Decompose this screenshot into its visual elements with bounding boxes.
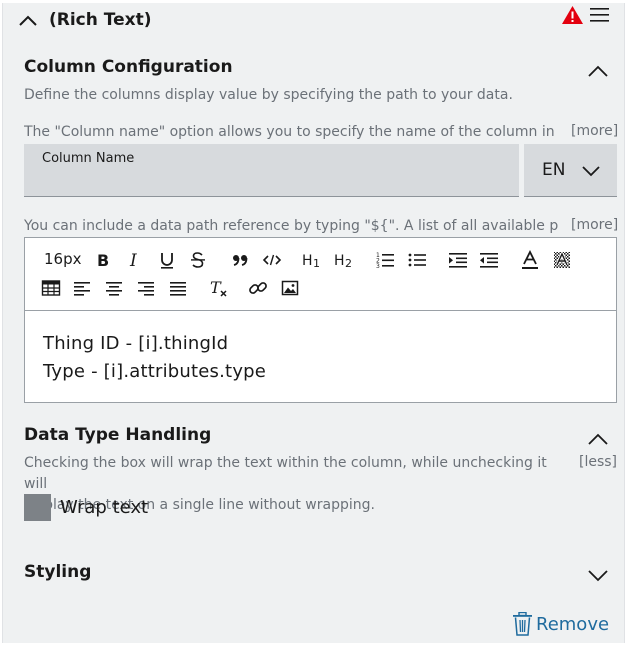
chevron-down-icon[interactable] bbox=[587, 569, 609, 583]
rich-text-editor: 16px B I H1 H2 1 2 3 T Thing ID - [i].th… bbox=[24, 237, 617, 403]
styling-title: Styling bbox=[24, 562, 92, 582]
content-line: Thing ID - [i].thingId bbox=[43, 333, 229, 354]
editor-toolbar: 16px B I H1 H2 1 2 3 T bbox=[25, 238, 616, 311]
align-center-icon[interactable] bbox=[103, 278, 125, 298]
code-icon[interactable] bbox=[261, 250, 283, 270]
align-left-icon[interactable] bbox=[71, 278, 93, 298]
image-icon[interactable] bbox=[279, 278, 301, 298]
svg-text:H: H bbox=[334, 253, 345, 269]
column-config-title: Column Configuration bbox=[24, 57, 233, 77]
chevron-up-icon[interactable] bbox=[17, 11, 39, 31]
bold-icon[interactable]: B bbox=[92, 250, 114, 270]
remove-label: Remove bbox=[536, 613, 610, 635]
align-right-icon[interactable] bbox=[135, 278, 157, 298]
clear-format-icon[interactable]: T bbox=[208, 278, 230, 298]
blockquote-icon[interactable] bbox=[229, 250, 251, 270]
font-size-select[interactable]: 16px bbox=[44, 250, 82, 268]
bullet-list-icon[interactable] bbox=[406, 250, 428, 270]
strikethrough-icon[interactable] bbox=[187, 250, 209, 270]
svg-text:2: 2 bbox=[345, 257, 352, 270]
data-type-title: Data Type Handling bbox=[24, 425, 212, 445]
svg-text:3: 3 bbox=[376, 263, 380, 270]
link-icon[interactable] bbox=[247, 278, 269, 298]
remove-button[interactable]: Remove bbox=[512, 611, 609, 637]
column-name-hint: The "Column name" option allows you to s… bbox=[24, 124, 559, 140]
description-line: Checking the box will wrap the text with… bbox=[24, 455, 547, 492]
rich-text-panel: (Rich Text) Column Configuration Define … bbox=[2, 3, 625, 643]
editor-content[interactable]: Thing ID - [i].thingId Type - [i].attrib… bbox=[43, 330, 266, 386]
heading-1-icon[interactable]: H1 bbox=[301, 250, 323, 270]
column-name-label: Column Name bbox=[42, 151, 135, 166]
chevron-up-icon[interactable] bbox=[587, 432, 609, 446]
table-icon[interactable] bbox=[40, 278, 62, 298]
heading-2-icon[interactable]: H2 bbox=[333, 250, 355, 270]
align-justify-icon[interactable] bbox=[167, 278, 189, 298]
underline-icon[interactable] bbox=[156, 250, 178, 270]
panel-title: (Rich Text) bbox=[49, 10, 152, 30]
ordered-list-icon[interactable]: 123 bbox=[374, 250, 396, 270]
svg-text:H: H bbox=[302, 253, 313, 269]
column-name-field[interactable]: Column Name bbox=[24, 144, 519, 197]
chevron-down-icon bbox=[582, 166, 600, 177]
language-select[interactable]: EN bbox=[524, 144, 617, 197]
chevron-up-icon[interactable] bbox=[587, 64, 609, 78]
data-path-hint: You can include a data path reference by… bbox=[24, 218, 559, 234]
svg-text:T: T bbox=[210, 278, 222, 297]
svg-text:1: 1 bbox=[313, 257, 320, 270]
column-config-description: Define the columns display value by spec… bbox=[24, 87, 513, 103]
background-color-icon[interactable] bbox=[551, 250, 573, 270]
menu-icon[interactable] bbox=[590, 7, 609, 23]
svg-text:B: B bbox=[97, 251, 109, 270]
language-value: EN bbox=[542, 160, 566, 180]
warning-icon bbox=[562, 6, 583, 24]
more-link[interactable]: [more] bbox=[571, 217, 618, 233]
trash-icon bbox=[513, 612, 532, 636]
content-line: Type - [i].attributes.type bbox=[43, 361, 267, 382]
svg-text:I: I bbox=[129, 251, 137, 270]
wrap-text-label: Wrap text bbox=[60, 497, 149, 518]
text-color-icon[interactable] bbox=[519, 250, 541, 270]
italic-icon[interactable]: I bbox=[124, 250, 146, 270]
outdent-icon[interactable] bbox=[478, 250, 500, 270]
more-link[interactable]: [more] bbox=[571, 123, 618, 139]
indent-icon[interactable] bbox=[447, 250, 469, 270]
wrap-text-checkbox[interactable] bbox=[24, 494, 51, 521]
less-link[interactable]: [less] bbox=[579, 454, 617, 470]
